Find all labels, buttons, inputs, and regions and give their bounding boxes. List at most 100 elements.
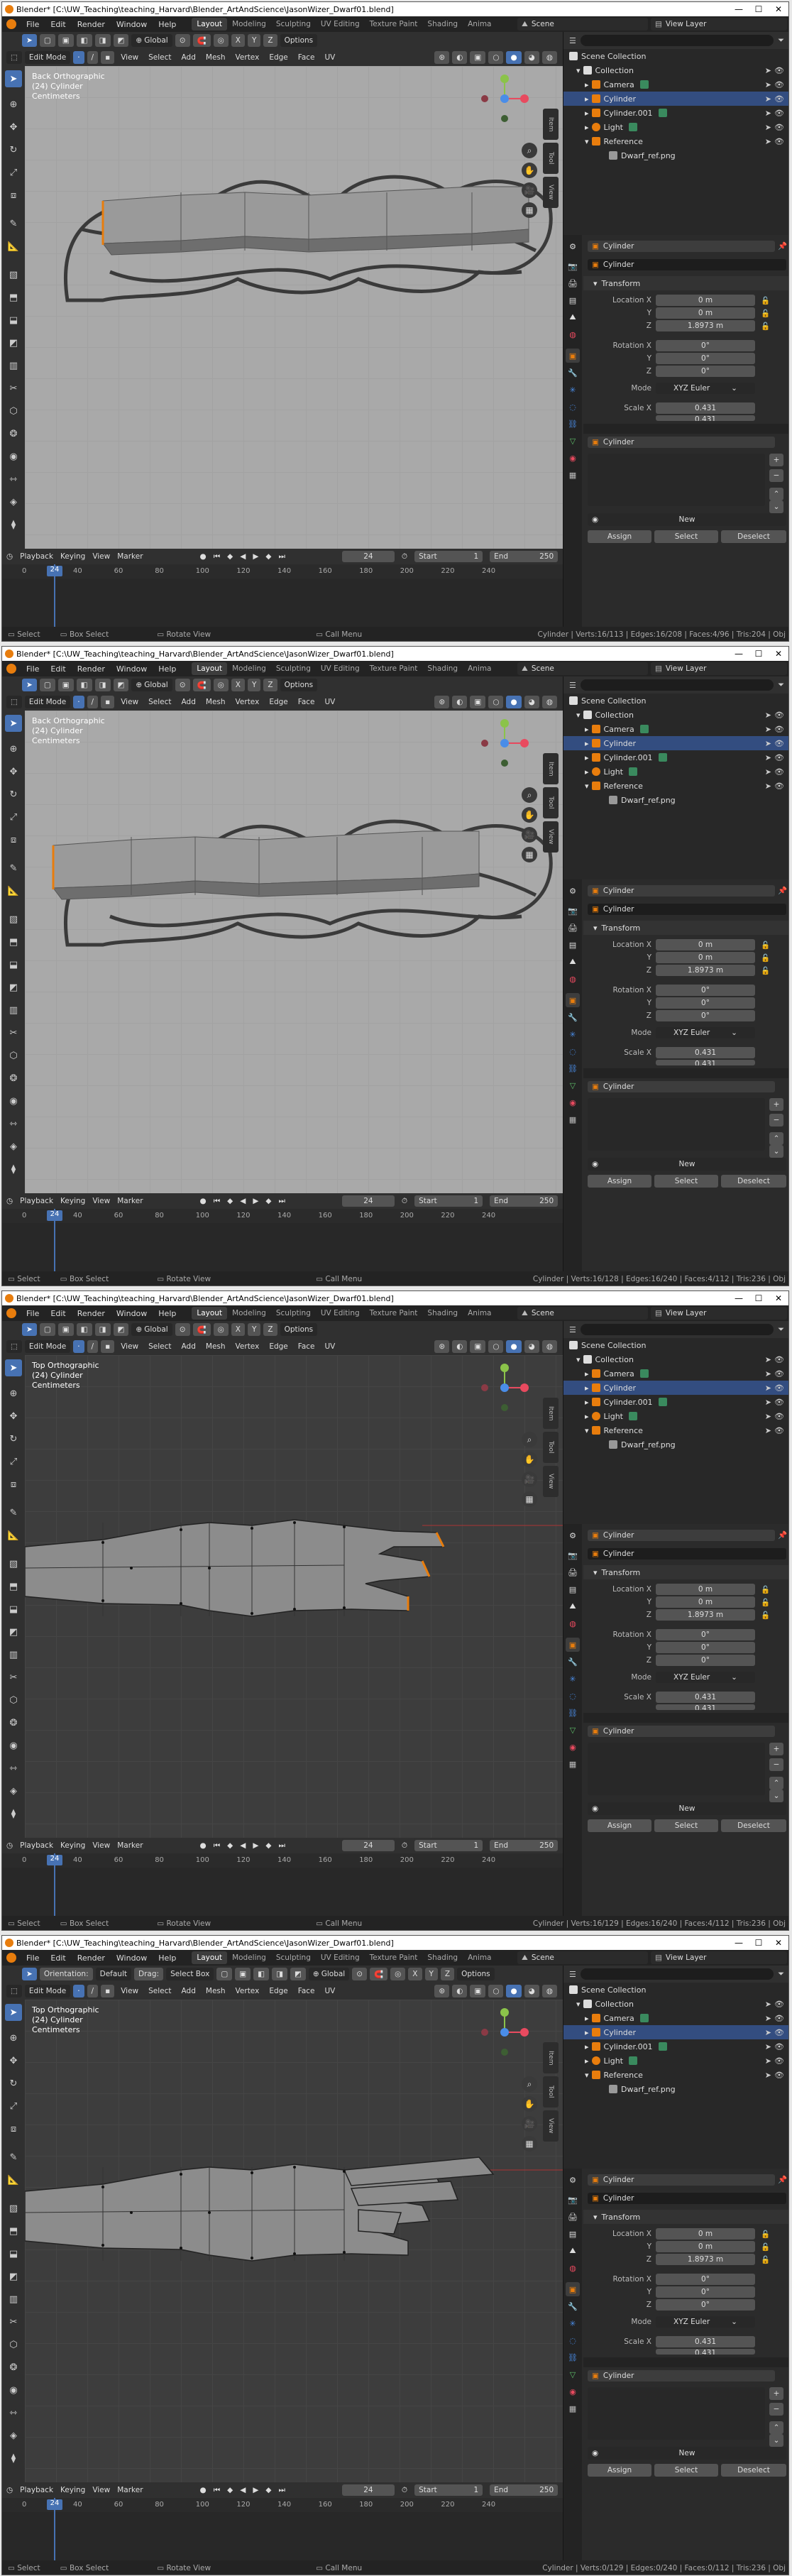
timeline-menu-playback[interactable]: Playback: [20, 1197, 53, 1205]
timeline-editor-icon[interactable]: ◷: [6, 2486, 13, 2494]
spin-tool[interactable]: ❂: [5, 1714, 22, 1731]
shading-rendered[interactable]: ◍: [541, 51, 557, 64]
timeline-menu-marker[interactable]: Marker: [117, 1197, 143, 1205]
workspace-tab-texture-paint[interactable]: Texture Paint: [365, 662, 423, 675]
vertex-select-mode[interactable]: ·: [73, 1340, 84, 1353]
menu-render[interactable]: Render: [72, 20, 111, 29]
select-mode-invert[interactable]: ◨: [94, 679, 111, 691]
assign-material-button[interactable]: Assign: [588, 1175, 651, 1188]
material-props-icon[interactable]: ◉: [566, 2384, 580, 2399]
proportional-editing-toggle[interactable]: ◎: [213, 679, 229, 691]
object-datablock-field[interactable]: ▣ Cylinder: [588, 259, 786, 270]
orientation-dropdown[interactable]: Default: [95, 1968, 132, 1980]
perspective-toggle-icon[interactable]: ▦: [522, 847, 537, 862]
gizmo-neg-x-ball[interactable]: [481, 740, 488, 747]
texture-props-icon[interactable]: ▦: [566, 2401, 580, 2416]
timeline-menu-view[interactable]: View: [92, 552, 110, 561]
outliner-search-input[interactable]: [580, 679, 774, 691]
jump-end-icon[interactable]: ⏭: [278, 552, 285, 561]
header-menu-face[interactable]: Face: [295, 53, 319, 62]
workspace-tab-modeling[interactable]: Modeling: [227, 1307, 271, 1320]
eye-icon[interactable]: 👁: [774, 109, 784, 118]
options-dropdown[interactable]: Options: [280, 679, 318, 691]
rotation-y-field[interactable]: 0°: [656, 2286, 755, 2298]
render-props-icon[interactable]: 📷: [566, 1548, 580, 1562]
menu-render[interactable]: Render: [72, 1953, 111, 1963]
viewport-gizmo-toggle[interactable]: ⊛: [434, 1985, 450, 1997]
perspective-toggle-icon[interactable]: ▦: [522, 202, 537, 218]
menu-file[interactable]: File: [21, 1309, 45, 1318]
timeline-editor-icon[interactable]: ◷: [6, 552, 13, 561]
menu-help[interactable]: Help: [153, 20, 182, 29]
rotation-x-field[interactable]: 0°: [656, 985, 755, 996]
knife-tool[interactable]: ✂: [5, 2313, 22, 2330]
rotate-tool[interactable]: ↻: [5, 2075, 22, 2092]
select-mode-intersect[interactable]: ◩: [113, 1323, 129, 1336]
record-icon[interactable]: ●: [200, 552, 207, 561]
minimize-button[interactable]: —: [729, 2, 749, 16]
sidebar-tab-item[interactable]: Item: [543, 109, 559, 140]
maximize-button[interactable]: ☐: [749, 1936, 769, 1950]
scale-x-field[interactable]: 0.431: [656, 402, 755, 414]
menu-edit[interactable]: Edit: [45, 20, 71, 29]
transform-orientation-dropdown[interactable]: ⊕ Global: [131, 34, 172, 47]
rotation-x-field[interactable]: 0°: [656, 340, 755, 351]
location-x-field[interactable]: 0 m: [656, 939, 755, 950]
axis-x-toggle[interactable]: X: [231, 34, 245, 47]
scale-tool[interactable]: ⤢: [5, 1453, 22, 1470]
world-props-icon[interactable]: ◍: [566, 1616, 580, 1630]
eye-icon[interactable]: 👁: [774, 2014, 784, 2023]
proportional-editing-toggle[interactable]: ◎: [390, 1968, 406, 1980]
shrink-fatten-tool[interactable]: ◈: [5, 2427, 22, 2444]
header-menu-uv[interactable]: UV: [321, 1987, 339, 1995]
view-layer-props-icon[interactable]: ▤: [566, 2227, 580, 2241]
eye-icon[interactable]: 👁: [774, 80, 784, 89]
eye-icon[interactable]: 👁: [774, 767, 784, 777]
object-name-field[interactable]: ▣ Cylinder: [588, 885, 775, 897]
3d-viewport[interactable]: Top Orthographic (24) Cylinder Centimete…: [25, 2000, 563, 2482]
object-props-icon[interactable]: ▣: [566, 2282, 580, 2296]
menu-file[interactable]: File: [21, 20, 45, 29]
new-material-field[interactable]: ◉ New: [588, 2447, 786, 2460]
texture-props-icon[interactable]: ▦: [566, 1112, 580, 1127]
add-cube-tool[interactable]: ▧: [5, 2200, 22, 2217]
record-icon[interactable]: ●: [200, 1197, 207, 1205]
bevel-tool[interactable]: ◩: [5, 1623, 22, 1640]
header-menu-view[interactable]: View: [117, 1342, 142, 1351]
header-menu-uv[interactable]: UV: [321, 1342, 339, 1351]
knife-tool[interactable]: ✂: [5, 1024, 22, 1041]
header-menu-edge[interactable]: Edge: [265, 698, 291, 706]
location-z-field[interactable]: 1.8973 m: [656, 1609, 755, 1621]
select-mode-invert[interactable]: ◨: [94, 34, 111, 47]
preview-range-icon[interactable]: ⏱: [402, 1841, 407, 1851]
snap-toggle[interactable]: 🧲: [192, 679, 211, 691]
jump-start-icon[interactable]: ⏮: [214, 1197, 220, 1206]
jump-start-icon[interactable]: ⏮: [214, 552, 220, 561]
outliner-row-collection[interactable]: ▾ Collection ➤ 👁: [563, 1352, 788, 1366]
physics-props-icon[interactable]: ◌: [566, 1044, 580, 1058]
shading-wireframe[interactable]: ○: [488, 696, 504, 708]
constraints-props-icon[interactable]: ⛓: [566, 2350, 580, 2364]
transform-tool[interactable]: ⧈: [5, 1476, 22, 1493]
eye-icon[interactable]: 👁: [774, 711, 784, 720]
texture-props-icon[interactable]: ▦: [566, 468, 580, 482]
expand-arrow-icon[interactable]: ▸: [585, 80, 589, 89]
next-keyframe-icon[interactable]: ◆: [265, 1197, 271, 1205]
pointer-icon[interactable]: ➤: [765, 1369, 771, 1379]
axis-x-toggle[interactable]: X: [231, 679, 245, 691]
assign-material-button[interactable]: Assign: [588, 530, 651, 543]
material-slot-list[interactable]: [588, 1098, 765, 1151]
timeline-menu-playback[interactable]: Playback: [20, 2486, 53, 2494]
scale-y-field[interactable]: 0.431: [656, 1704, 755, 1710]
eye-icon[interactable]: 👁: [774, 66, 784, 75]
rotate-tool[interactable]: ↻: [5, 786, 22, 803]
close-button[interactable]: ✕: [769, 647, 788, 661]
overlays-toggle[interactable]: ◐: [452, 696, 468, 708]
lock-location-y-icon[interactable]: 🔓: [761, 1598, 770, 1607]
shrink-fatten-tool[interactable]: ◈: [5, 1138, 22, 1155]
lock-location-y-icon[interactable]: 🔓: [761, 309, 770, 318]
expand-arrow-icon[interactable]: ▾: [585, 1426, 589, 1435]
header-menu-select[interactable]: Select: [145, 698, 175, 706]
sidebar-tab-view[interactable]: View: [543, 821, 559, 853]
header-menu-add[interactable]: Add: [178, 1342, 199, 1351]
